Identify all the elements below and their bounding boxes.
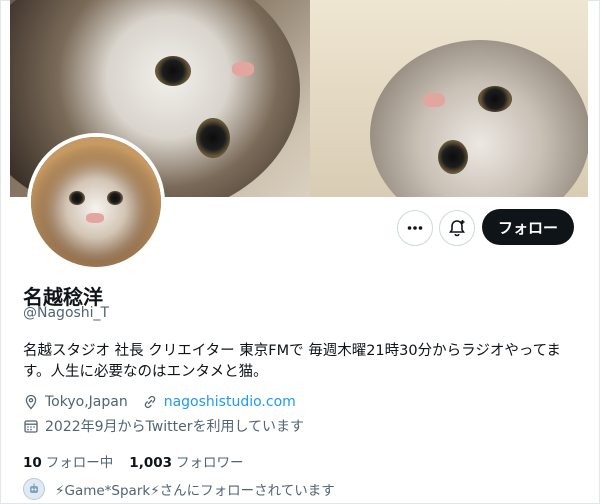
more-horizontal-icon [407, 226, 423, 230]
banner-cat-nose [423, 93, 445, 107]
followers-link[interactable]: 1,003 フォロワー [129, 451, 243, 471]
profile-meta-row: Tokyo,Japan nagoshistudio.com [23, 394, 296, 410]
username-handle: @Nagoshi_T [23, 305, 110, 321]
banner-cat-eye [478, 86, 512, 112]
robot-icon [30, 483, 38, 493]
following-label: フォロー中 [45, 455, 114, 471]
followers-count: 1,003 [129, 455, 172, 471]
following-link[interactable]: 10 フォロー中 [23, 451, 113, 471]
follow-button[interactable]: フォロー [482, 209, 574, 245]
more-button[interactable] [397, 210, 433, 246]
follower-avatar [23, 478, 45, 500]
avatar-cat-eye [69, 191, 85, 205]
banner-cat-eye [155, 56, 191, 86]
followed-by-row[interactable]: ⚡Game*Spark⚡さんにフォローされています [23, 478, 335, 500]
avatar-cat-eye [107, 191, 123, 205]
joined-text: 2022年9月からTwitterを利用しています [45, 419, 305, 435]
joined-row: 2022年9月からTwitterを利用しています [23, 416, 304, 436]
location-text: Tokyo,Japan [45, 394, 128, 410]
link-icon [144, 395, 155, 409]
following-count: 10 [23, 455, 42, 471]
bell-plus-icon [448, 220, 466, 237]
banner-cat-eye [438, 140, 468, 174]
follow-counts: 10 フォロー中 1,003 フォロワー [23, 451, 244, 471]
followers-label: フォロワー [176, 455, 244, 471]
avatar-background [31, 137, 161, 267]
followed-by-text: ⚡Game*Spark⚡さんにフォローされています [55, 483, 335, 499]
location-pin-icon [25, 394, 37, 410]
calendar-icon [24, 420, 38, 433]
notify-button[interactable] [439, 210, 475, 246]
banner-cat-eye [196, 118, 230, 158]
banner-cat-nose [232, 62, 254, 76]
avatar[interactable] [27, 133, 165, 271]
avatar-cat-nose [86, 213, 104, 223]
website-link[interactable]: nagoshistudio.com [164, 394, 296, 410]
profile-bio: 名越スタジオ 社長 クリエイター 東京FMで 毎週木曜21時30分からラジオやっ… [23, 343, 561, 380]
